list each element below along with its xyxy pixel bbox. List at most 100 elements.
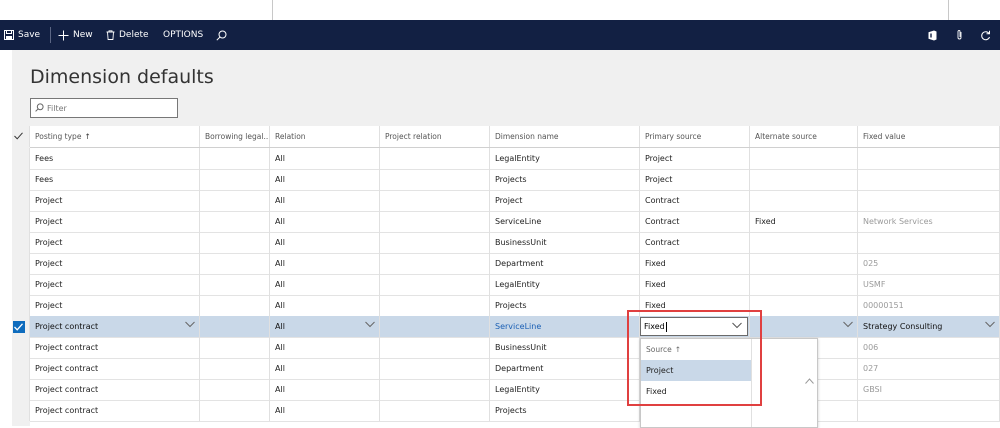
column-header-relation[interactable]: Relation bbox=[270, 126, 380, 147]
cell-borrowing[interactable] bbox=[200, 253, 270, 274]
cell-dimension[interactable]: Project bbox=[490, 190, 640, 211]
cell-project-relation[interactable] bbox=[380, 295, 490, 316]
cell-fixed[interactable]: GBSI bbox=[858, 379, 1000, 400]
cell-fixed[interactable] bbox=[858, 169, 1000, 190]
cell-fixed[interactable]: 00000151 bbox=[858, 295, 1000, 316]
cell-relation[interactable]: All bbox=[270, 148, 380, 169]
cell-dimension[interactable]: ServiceLine bbox=[490, 316, 640, 337]
cell-relation[interactable]: All bbox=[270, 337, 380, 358]
cell-borrowing[interactable] bbox=[200, 274, 270, 295]
table-row[interactable]: Project contract All BusinessUnit 006 bbox=[29, 337, 1000, 359]
cell-dimension[interactable]: LegalEntity bbox=[490, 379, 640, 400]
cell-borrowing[interactable] bbox=[200, 358, 270, 379]
cell-primary[interactable]: Project bbox=[640, 148, 750, 169]
table-row[interactable]: Project contract All LegalEntity GBSI bbox=[29, 379, 1000, 401]
cell-project-relation[interactable] bbox=[380, 379, 490, 400]
cell-borrowing[interactable] bbox=[200, 148, 270, 169]
row-select-checkbox[interactable] bbox=[8, 232, 30, 253]
cell-project-relation[interactable] bbox=[380, 337, 490, 358]
column-header-borrowing[interactable]: Borrowing legal... bbox=[200, 126, 270, 147]
cell-project-relation[interactable] bbox=[380, 316, 490, 337]
row-select-checkbox[interactable] bbox=[8, 274, 30, 295]
cell-dimension[interactable]: Department bbox=[490, 253, 640, 274]
cell-borrowing[interactable] bbox=[200, 211, 270, 232]
row-select-checkbox[interactable] bbox=[8, 337, 30, 358]
cell-posting[interactable]: Project bbox=[30, 253, 200, 274]
cell-dimension[interactable]: Projects bbox=[490, 295, 640, 316]
cell-fixed[interactable] bbox=[858, 232, 1000, 253]
cell-posting[interactable]: Project bbox=[30, 190, 200, 211]
cell-alternate[interactable] bbox=[750, 295, 858, 316]
cell-relation[interactable]: All bbox=[270, 232, 380, 253]
cell-project-relation[interactable] bbox=[380, 211, 490, 232]
cell-fixed[interactable]: 025 bbox=[858, 253, 1000, 274]
scroll-up-icon[interactable] bbox=[805, 369, 814, 388]
column-header-primary[interactable]: Primary source bbox=[640, 126, 750, 147]
cell-borrowing[interactable] bbox=[200, 316, 270, 337]
column-header-posting[interactable]: Posting type ↑ bbox=[30, 126, 200, 147]
cell-project-relation[interactable] bbox=[380, 232, 490, 253]
cell-primary[interactable]: Fixed bbox=[640, 274, 750, 295]
cell-posting[interactable]: Project contract bbox=[30, 400, 200, 421]
cell-dimension[interactable]: ServiceLine bbox=[490, 211, 640, 232]
cell-project-relation[interactable] bbox=[380, 400, 490, 421]
row-select-checkbox[interactable] bbox=[8, 211, 30, 232]
cell-borrowing[interactable] bbox=[200, 295, 270, 316]
cell-borrowing[interactable] bbox=[200, 232, 270, 253]
table-row[interactable]: Project contractAllServiceLineFixedStrat… bbox=[12, 316, 1000, 338]
column-header-project-relation[interactable]: Project relation bbox=[380, 126, 490, 147]
table-row[interactable]: Fees All Projects Project bbox=[29, 169, 1000, 191]
cell-fixed[interactable] bbox=[858, 148, 1000, 169]
cell-relation[interactable]: All bbox=[270, 169, 380, 190]
cell-alternate[interactable]: Fixed bbox=[750, 211, 858, 232]
cell-relation[interactable]: All bbox=[270, 358, 380, 379]
row-select-checkbox[interactable] bbox=[8, 358, 30, 379]
cell-posting[interactable]: Project contract bbox=[30, 316, 200, 337]
column-header-alternate[interactable]: Alternate source bbox=[750, 126, 858, 147]
cell-project-relation[interactable] bbox=[380, 274, 490, 295]
cell-alternate[interactable] bbox=[750, 190, 858, 211]
cell-borrowing[interactable] bbox=[200, 337, 270, 358]
row-select-checkbox[interactable] bbox=[8, 400, 30, 421]
cell-fixed[interactable]: 027 bbox=[858, 358, 1000, 379]
cell-primary[interactable]: Contract bbox=[640, 190, 750, 211]
cell-dimension[interactable]: Department bbox=[490, 358, 640, 379]
cell-borrowing[interactable] bbox=[200, 400, 270, 421]
table-row[interactable]: Project All Project Contract bbox=[29, 190, 1000, 212]
cell-alternate[interactable] bbox=[750, 253, 858, 274]
cell-relation[interactable]: All bbox=[270, 295, 380, 316]
cell-dimension[interactable]: Projects bbox=[490, 400, 640, 421]
cell-fixed[interactable]: USMF bbox=[858, 274, 1000, 295]
table-row[interactable]: Project All Department Fixed 025 bbox=[29, 253, 1000, 275]
cell-relation[interactable]: All bbox=[270, 190, 380, 211]
cell-posting[interactable]: Project bbox=[30, 274, 200, 295]
row-select-checkbox[interactable] bbox=[8, 148, 30, 169]
save-button[interactable]: Save bbox=[4, 20, 40, 50]
cell-relation[interactable]: All bbox=[270, 253, 380, 274]
row-select-checkbox[interactable] bbox=[8, 295, 30, 316]
refresh-button[interactable] bbox=[980, 20, 991, 50]
cell-alternate[interactable] bbox=[750, 316, 858, 337]
row-select-checkbox[interactable] bbox=[8, 379, 30, 400]
table-row[interactable]: Project contract All Projects bbox=[29, 400, 1000, 422]
row-select-checkbox[interactable] bbox=[8, 169, 30, 190]
chevron-down-icon[interactable] bbox=[365, 321, 375, 331]
cell-posting[interactable]: Fees bbox=[30, 169, 200, 190]
new-button[interactable]: New bbox=[58, 20, 93, 50]
cell-posting[interactable]: Project contract bbox=[30, 358, 200, 379]
search-button[interactable] bbox=[216, 20, 227, 50]
cell-dimension[interactable]: Projects bbox=[490, 169, 640, 190]
cell-project-relation[interactable] bbox=[380, 169, 490, 190]
cell-primary[interactable]: Fixed bbox=[640, 253, 750, 274]
cell-alternate[interactable] bbox=[750, 148, 858, 169]
table-row[interactable]: Fees All LegalEntity Project bbox=[29, 148, 1000, 170]
cell-dimension[interactable]: BusinessUnit bbox=[490, 232, 640, 253]
filter-input[interactable]: Filter bbox=[30, 98, 178, 118]
cell-posting[interactable]: Project bbox=[30, 232, 200, 253]
table-row[interactable]: Project All BusinessUnit Contract bbox=[29, 232, 1000, 254]
cell-dimension[interactable]: LegalEntity bbox=[490, 148, 640, 169]
cell-alternate[interactable] bbox=[750, 274, 858, 295]
cell-posting[interactable]: Project bbox=[30, 295, 200, 316]
cell-borrowing[interactable] bbox=[200, 190, 270, 211]
column-header-fixed[interactable]: Fixed value bbox=[858, 126, 1000, 147]
